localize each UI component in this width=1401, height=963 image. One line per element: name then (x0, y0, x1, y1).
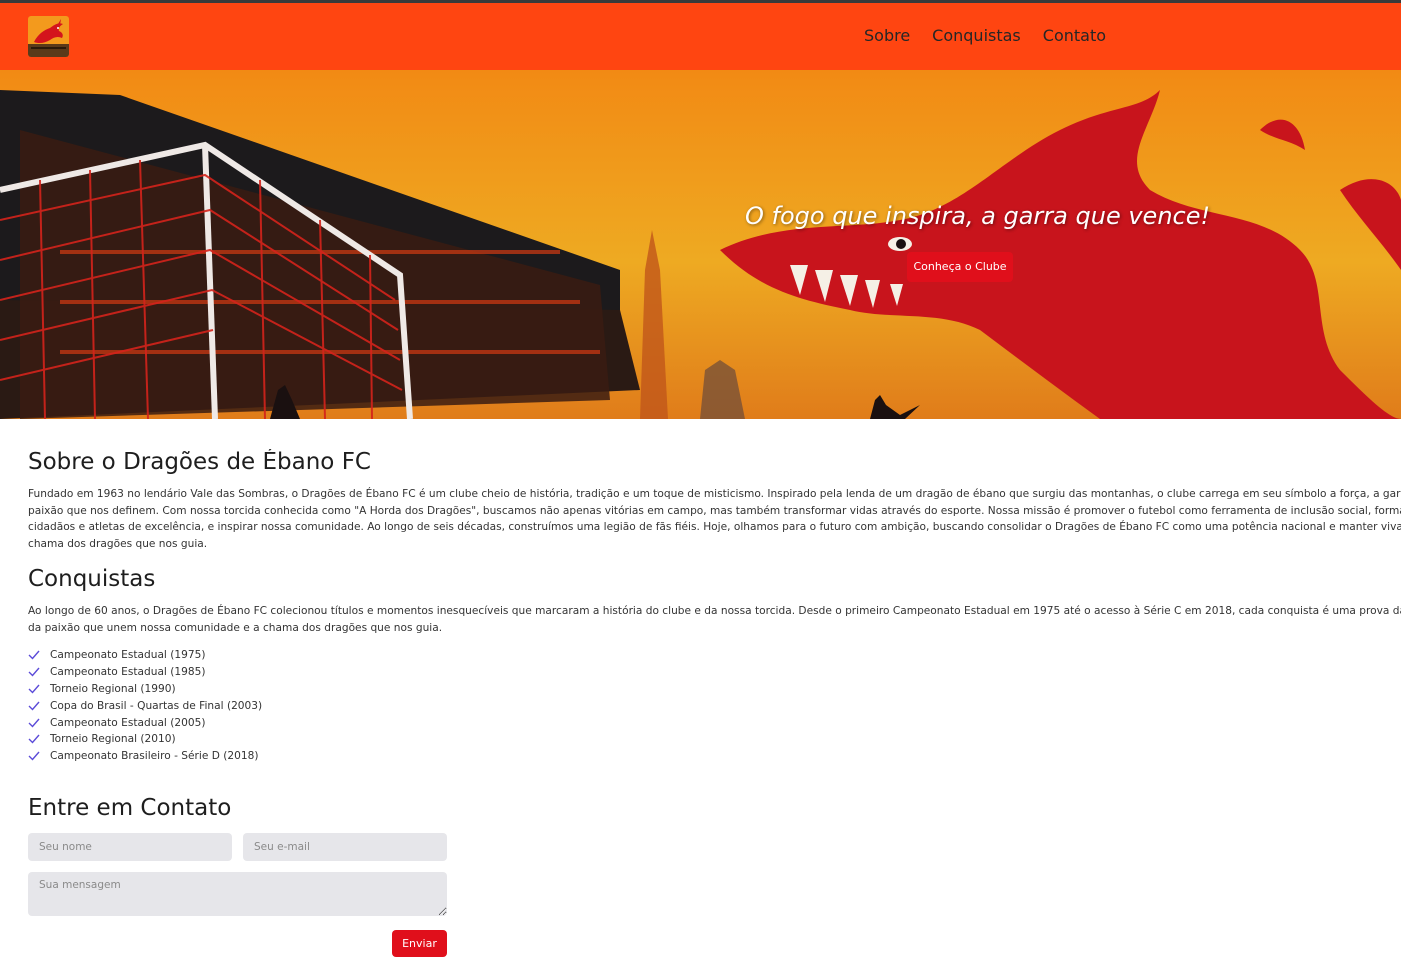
nav-link-contato[interactable]: Contato (1043, 25, 1106, 47)
achievements-section: Conquistas Ao longo de 60 anos, o Dragõe… (28, 566, 1401, 776)
list-item: Campeonato Estadual (1975) (28, 647, 1401, 664)
achievements-text: Ao longo de 60 anos, o Dragões de Ébano … (28, 605, 1401, 634)
contact-heading: Entre em Contato (28, 795, 232, 821)
hero-illustration (0, 70, 1401, 419)
site-header: Sobre Conquistas Contato (0, 3, 1401, 70)
check-icon (28, 650, 50, 660)
list-item: Torneio Regional (2010) (28, 731, 1401, 748)
hero-cta-button[interactable]: Conheça o Clube (907, 252, 1013, 282)
name-field[interactable] (28, 833, 232, 861)
check-icon (28, 701, 50, 711)
check-icon (28, 718, 50, 728)
list-item-label: Campeonato Estadual (2005) (50, 716, 206, 729)
main-nav: Sobre Conquistas Contato (864, 25, 1106, 47)
list-item-label: Campeonato Estadual (1985) (50, 666, 206, 679)
list-item: Campeonato Estadual (1985) (28, 664, 1401, 681)
list-item: Campeonato Estadual (2005) (28, 714, 1401, 731)
check-icon (28, 667, 50, 677)
message-field[interactable] (28, 872, 447, 916)
about-heading: Sobre o Dragões de Ébano FC (28, 449, 371, 475)
achievements-heading: Conquistas (28, 566, 156, 592)
achievements-list: Campeonato Estadual (1975) Campeonato Es… (28, 647, 1401, 765)
hero-title: O fogo que inspira, a garra que vence! (745, 202, 1211, 230)
hero-banner: O fogo que inspira, a garra que vence! C… (0, 70, 1401, 419)
list-item-label: Copa do Brasil - Quartas de Final (2003) (50, 699, 263, 712)
list-item-label: Campeonato Estadual (1975) (50, 649, 206, 662)
list-item: Campeonato Brasileiro - Série D (2018) (28, 748, 1401, 765)
dragon-logo-icon[interactable] (28, 16, 69, 57)
list-item-label: Campeonato Brasileiro - Série D (2018) (50, 750, 259, 763)
list-item-label: Torneio Regional (2010) (50, 733, 176, 746)
contact-row (28, 833, 458, 861)
list-item: Copa do Brasil - Quartas de Final (2003) (28, 697, 1401, 714)
contact-section: Entre em Contato Enviar (28, 795, 458, 963)
list-item: Torneio Regional (1990) (28, 681, 1401, 698)
list-item-label: Torneio Regional (1990) (50, 682, 176, 695)
nav-link-sobre[interactable]: Sobre (864, 25, 910, 47)
send-button[interactable]: Enviar (392, 930, 447, 957)
about-text: Fundado em 1963 no lendário Vale das Som… (28, 488, 1401, 549)
check-icon (28, 751, 50, 761)
email-field[interactable] (243, 833, 447, 861)
about-section: Sobre o Dragões de Ébano FC Fundado em 1… (28, 449, 1401, 549)
check-icon (28, 684, 50, 694)
nav-link-conquistas[interactable]: Conquistas (932, 25, 1021, 47)
check-icon (28, 734, 50, 744)
